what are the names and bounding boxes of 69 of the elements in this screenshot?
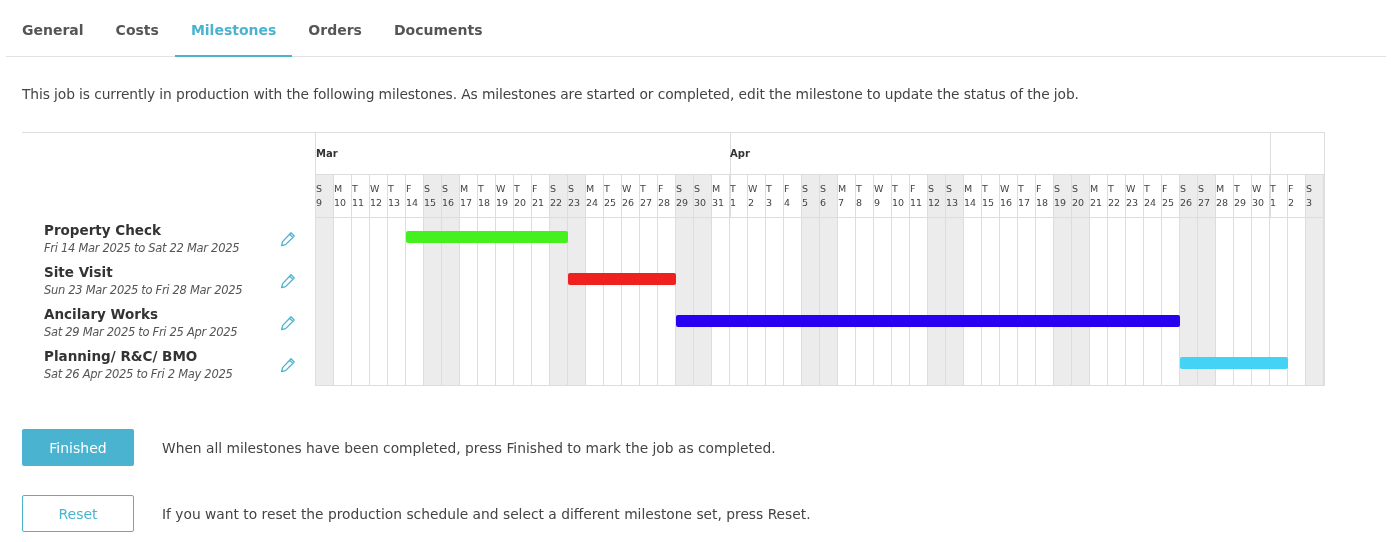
milestone-dates: Fri 14 Mar 2025 to Sat 22 Mar 2025: [44, 240, 240, 256]
day-header: T 1: [1270, 175, 1288, 217]
day-header: S 6: [820, 175, 838, 217]
day-header: T 24: [1144, 175, 1162, 217]
milestone-name: Ancilary Works: [44, 306, 159, 323]
day-header: T 29: [1234, 175, 1252, 217]
day-header: T 1: [730, 175, 748, 217]
day-header: S 30: [694, 175, 712, 217]
day-header: S 19: [1054, 175, 1072, 217]
day-header: S 26: [1180, 175, 1198, 217]
day-header: S 15: [424, 175, 442, 217]
day-header: W 16: [1000, 175, 1018, 217]
day-header: W 23: [1126, 175, 1144, 217]
milestone-name: Site Visit: [44, 264, 114, 281]
day-header: W 19: [496, 175, 514, 217]
edit-icon[interactable]: [280, 273, 296, 289]
day-header: S 16: [442, 175, 460, 217]
day-header: S 13: [946, 175, 964, 217]
day-header: T 17: [1018, 175, 1036, 217]
day-header: S 20: [1072, 175, 1090, 217]
day-header: S 23: [568, 175, 586, 217]
day-header: M 17: [460, 175, 478, 217]
day-header: W 2: [748, 175, 766, 217]
day-header: W 12: [370, 175, 388, 217]
day-header: M 31: [712, 175, 730, 217]
action-note: If you want to reset the production schedule and select a different milestone set, press Reset.: [162, 505, 811, 522]
tab[interactable]: Documents: [377, 0, 499, 55]
day-header: S 5: [802, 175, 820, 217]
milestone-dates: Sun 23 Mar 2025 to Fri 28 Mar 2025: [44, 282, 243, 298]
action-note: When all milestones have been completed, press Finished to mark the job as completed.: [162, 439, 776, 456]
day-header: M 28: [1216, 175, 1234, 217]
day-header: T 22: [1108, 175, 1126, 217]
month-label: Apr: [730, 148, 750, 159]
month-label: Mar: [316, 148, 338, 159]
day-header: M 21: [1090, 175, 1108, 217]
day-header: T 11: [352, 175, 370, 217]
milestone-name: Property Check: [44, 222, 162, 239]
day-header: S 12: [928, 175, 946, 217]
day-header: T 8: [856, 175, 874, 217]
tab[interactable]: Costs: [99, 0, 175, 55]
day-header: M 24: [586, 175, 604, 217]
day-header: S 9: [316, 175, 334, 217]
day-header: S 29: [676, 175, 694, 217]
day-header: T 25: [604, 175, 622, 217]
edit-icon[interactable]: [280, 357, 296, 373]
intro-text: This job is currently in production with the following milestones. As milestones are started or completed, edit the milestone to update the status of the job.: [22, 85, 1080, 104]
day-header: T 27: [640, 175, 658, 217]
edit-icon[interactable]: [280, 231, 296, 247]
day-header: T 13: [388, 175, 406, 217]
day-header: W 9: [874, 175, 892, 217]
tab[interactable]: General: [6, 0, 100, 55]
day-header: M 10: [334, 175, 352, 217]
day-header: T 3: [766, 175, 784, 217]
day-header: T 20: [514, 175, 532, 217]
edit-icon[interactable]: [280, 315, 296, 331]
day-header: S 22: [550, 175, 568, 217]
day-header: W 30: [1252, 175, 1270, 217]
day-header: T 10: [892, 175, 910, 217]
day-header: M 14: [964, 175, 982, 217]
milestone-name: Planning/ R&C/ BMO: [44, 348, 199, 365]
milestone-dates: Sat 26 Apr 2025 to Fri 2 May 2025: [44, 366, 233, 382]
day-header: S 27: [1198, 175, 1216, 217]
day-header: T 15: [982, 175, 1000, 217]
milestone-dates: Sat 29 Mar 2025 to Fri 25 Apr 2025: [44, 324, 238, 340]
day-header: S 3: [1306, 175, 1324, 217]
day-header: W 26: [622, 175, 640, 217]
day-header: T 18: [478, 175, 496, 217]
day-header: M 7: [838, 175, 856, 217]
tab[interactable]: Orders: [292, 0, 378, 55]
